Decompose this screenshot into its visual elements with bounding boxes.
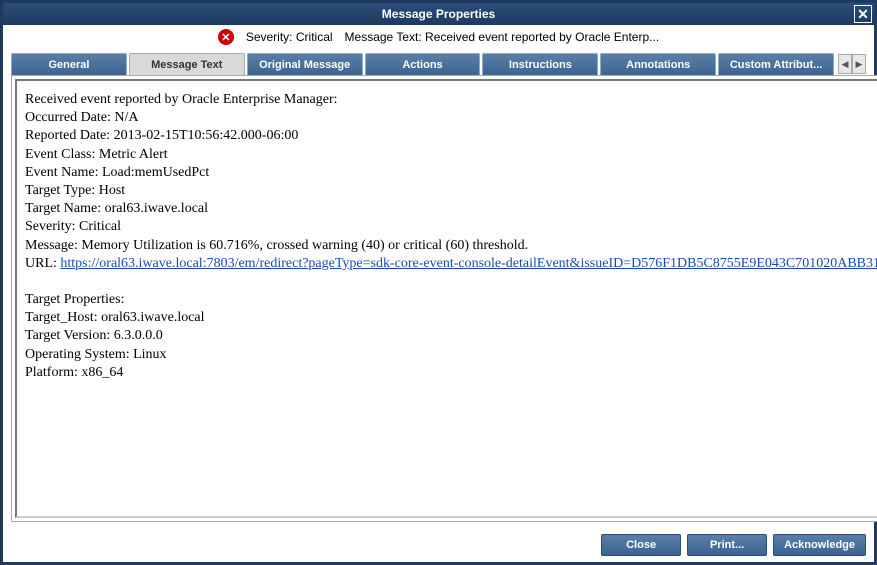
dialog-title: Message Properties <box>382 7 495 21</box>
tab-custom-attributes[interactable]: Custom Attribut... <box>718 53 834 75</box>
tab-message-text[interactable]: Message Text <box>129 53 245 75</box>
msg-url-line: URL: https://oral63.iwave.local:7803/em/… <box>25 255 877 273</box>
print-button[interactable]: Print... <box>687 534 767 556</box>
tab-instructions[interactable]: Instructions <box>482 53 598 75</box>
msg-event-class: Event Class: Metric Alert <box>25 146 877 164</box>
tabs-row: General Message Text Original Message Ac… <box>3 49 874 75</box>
msg-target-name: Target Name: oral63.iwave.local <box>25 200 877 218</box>
msg-occurred-date: Occurred Date: N/A <box>25 109 877 127</box>
content-border: Received event reported by Oracle Enterp… <box>11 75 877 522</box>
msg-blank <box>25 273 877 291</box>
message-text-summary: Message Text: Received event reported by… <box>345 30 660 44</box>
title-bar: Message Properties ✕ <box>3 3 874 25</box>
close-button[interactable]: Close <box>601 534 681 556</box>
tab-scroll-right-icon[interactable]: ▶ <box>852 54 866 74</box>
tab-scroll-left-icon[interactable]: ◀ <box>838 54 852 74</box>
tab-original-message[interactable]: Original Message <box>247 53 363 75</box>
msg-target-type: Target Type: Host <box>25 182 877 200</box>
tab-scroll: ◀ ▶ <box>838 54 866 74</box>
msg-intro: Received event reported by Oracle Enterp… <box>25 91 877 109</box>
close-icon[interactable]: ✕ <box>854 5 872 23</box>
msg-target-properties-header: Target Properties: <box>25 291 877 309</box>
msg-target-version: Target Version: 6.3.0.0.0 <box>25 327 877 345</box>
msg-target-host: Target_Host: oral63.iwave.local <box>25 309 877 327</box>
msg-event-name: Event Name: Load:memUsedPct <box>25 164 877 182</box>
acknowledge-button[interactable]: Acknowledge <box>773 534 866 556</box>
severity-text: Severity: Critical <box>246 30 333 44</box>
content-wrap: Received event reported by Oracle Enterp… <box>3 75 874 530</box>
msg-reported-date: Reported Date: 2013-02-15T10:56:42.000-0… <box>25 127 877 145</box>
msg-severity: Severity: Critical <box>25 218 877 236</box>
tab-actions[interactable]: Actions <box>365 53 481 75</box>
msg-message: Message: Memory Utilization is 60.716%, … <box>25 237 877 255</box>
msg-operating-system: Operating System: Linux <box>25 346 877 364</box>
button-bar: Close Print... Acknowledge <box>3 530 874 562</box>
tab-general[interactable]: General <box>11 53 127 75</box>
msg-platform: Platform: x86_64 <box>25 364 877 382</box>
summary-bar: ✕ Severity: Critical Message Text: Recei… <box>3 25 874 49</box>
tab-annotations[interactable]: Annotations <box>600 53 716 75</box>
msg-url-link[interactable]: https://oral63.iwave.local:7803/em/redir… <box>60 256 877 271</box>
message-content: Received event reported by Oracle Enterp… <box>15 79 877 518</box>
critical-icon: ✕ <box>218 29 234 45</box>
